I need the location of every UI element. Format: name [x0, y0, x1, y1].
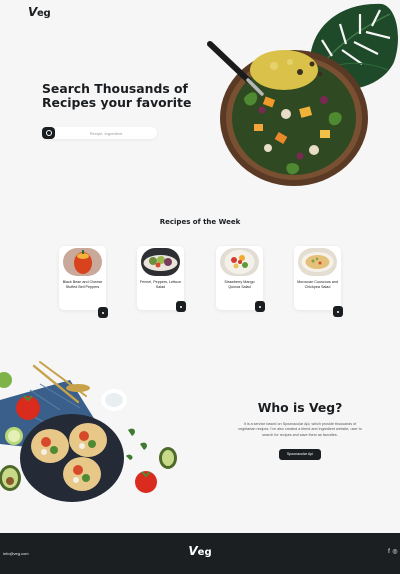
recipe-image — [63, 248, 102, 276]
salad-bowl-image — [207, 41, 368, 186]
recipe-card[interactable]: Moroccan Couscous and Chickpea Salad — [294, 246, 341, 310]
footer-logo-rest: eg — [197, 547, 212, 558]
spoonacular-api-button[interactable]: Spoonacular Api — [279, 449, 321, 460]
hero-title: Search Thousands of Recipes your favorit… — [42, 81, 192, 110]
recipe-image — [298, 248, 337, 276]
logo-initial: V — [28, 5, 37, 19]
tacos-table-image — [0, 361, 177, 502]
arrow-icon[interactable] — [98, 307, 108, 318]
recipe-name: Black Bean and Cheese Stuffed Bell Peppe… — [62, 280, 103, 289]
search-input[interactable] — [58, 127, 154, 139]
recipe-name: Moroccan Couscous and Chickpea Salad — [297, 280, 338, 289]
search-icon[interactable] — [42, 127, 55, 139]
recipe-card[interactable]: Black Bean and Cheese Stuffed Bell Peppe… — [59, 246, 106, 310]
recipe-name: Fennel, Peppers, Lettuce Salad — [139, 280, 182, 289]
about-description: It is a service based on Spoonacular Api… — [238, 422, 362, 437]
footer-logo-initial: V — [188, 544, 198, 558]
arrow-icon[interactable] — [176, 301, 186, 312]
footer: info@veg.com Veg f ◎ — [0, 533, 400, 574]
arrow-icon[interactable] — [255, 301, 265, 312]
arrow-icon[interactable] — [333, 306, 343, 317]
recipe-image — [220, 248, 259, 276]
page: Veg Search Thousands of Recipes your fav… — [0, 0, 400, 574]
recipes-week-title: Recipes of the Week — [159, 218, 241, 226]
logo-rest: eg — [37, 8, 51, 19]
instagram-icon[interactable]: ◎ — [392, 549, 398, 556]
recipe-image — [141, 248, 180, 276]
about-title: Who is Veg? — [257, 400, 343, 415]
recipe-search — [42, 127, 157, 139]
logo[interactable]: Veg — [28, 5, 51, 19]
footer-logo[interactable]: Veg — [0, 544, 400, 558]
recipe-name: Strawberry Mango Quinoa Salad — [224, 280, 255, 289]
